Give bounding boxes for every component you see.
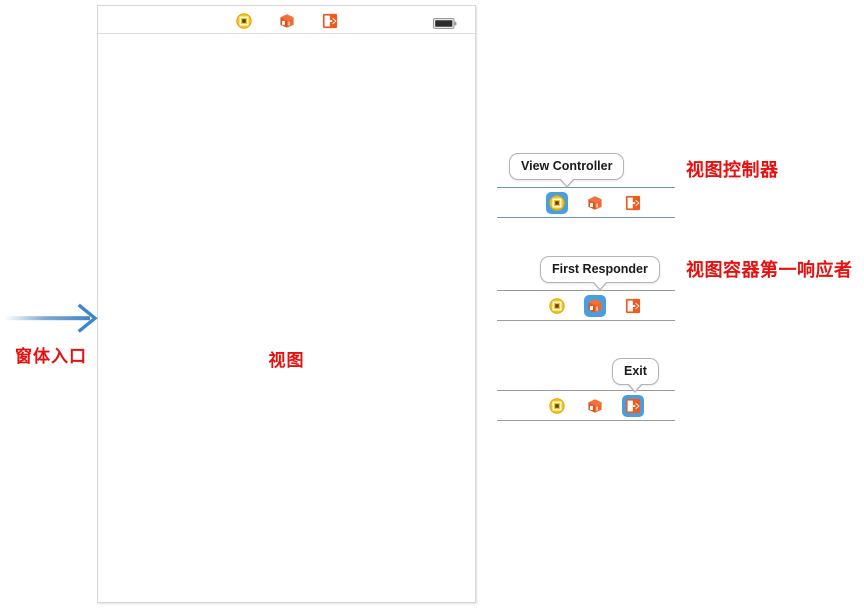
scene-view-label: 视图 bbox=[268, 351, 305, 371]
battery-full-icon bbox=[433, 16, 457, 30]
view-controller-icon[interactable] bbox=[546, 395, 568, 417]
scene-status-bar bbox=[98, 6, 475, 34]
first-responder-cube-icon[interactable] bbox=[584, 395, 606, 417]
entry-point-arrow-icon bbox=[4, 300, 98, 338]
view-controller-icon[interactable] bbox=[233, 10, 255, 32]
exit-group bbox=[497, 390, 675, 421]
callout-tail-fill-icon bbox=[592, 281, 607, 289]
exit-segue-icon[interactable] bbox=[622, 192, 644, 214]
first-responder-cube-icon[interactable] bbox=[584, 192, 606, 214]
note-first-responder: 视图容器第一响应者 bbox=[686, 260, 853, 281]
group-rule-bottom bbox=[497, 217, 675, 218]
view-controller-icon[interactable] bbox=[546, 191, 568, 214]
exit-segue-icon[interactable] bbox=[319, 10, 341, 32]
group-rule-bottom bbox=[497, 420, 675, 421]
note-view-controller: 视图控制器 bbox=[686, 160, 779, 181]
group-icon-strip[interactable] bbox=[497, 391, 675, 420]
exit-segue-icon[interactable] bbox=[622, 394, 644, 417]
view-controller-icon[interactable] bbox=[546, 295, 568, 317]
first-responder-group bbox=[497, 290, 675, 321]
callout-exit[interactable]: Exit bbox=[612, 358, 659, 393]
first-responder-cube-icon[interactable] bbox=[584, 294, 606, 317]
exit-segue-icon[interactable] bbox=[622, 295, 644, 317]
first-responder-cube-icon[interactable] bbox=[276, 10, 298, 32]
callout-label: View Controller bbox=[521, 159, 613, 173]
view-controller-group bbox=[497, 187, 675, 218]
group-rule-bottom bbox=[497, 320, 675, 321]
group-icon-strip[interactable] bbox=[497, 291, 675, 320]
iphone-scene-frame[interactable]: 视图 bbox=[97, 5, 476, 603]
entry-point-label: 窗体入口 bbox=[15, 347, 87, 367]
callout-view-controller[interactable]: View Controller bbox=[509, 153, 625, 188]
group-icon-strip[interactable] bbox=[497, 188, 675, 217]
callout-first-responder[interactable]: First Responder bbox=[540, 256, 660, 291]
scene-dock-icons[interactable] bbox=[233, 10, 341, 32]
callout-tail-fill-icon bbox=[559, 178, 574, 186]
callout-label: Exit bbox=[624, 364, 647, 378]
callout-label: First Responder bbox=[552, 262, 648, 276]
callout-tail-fill-icon bbox=[628, 383, 643, 391]
